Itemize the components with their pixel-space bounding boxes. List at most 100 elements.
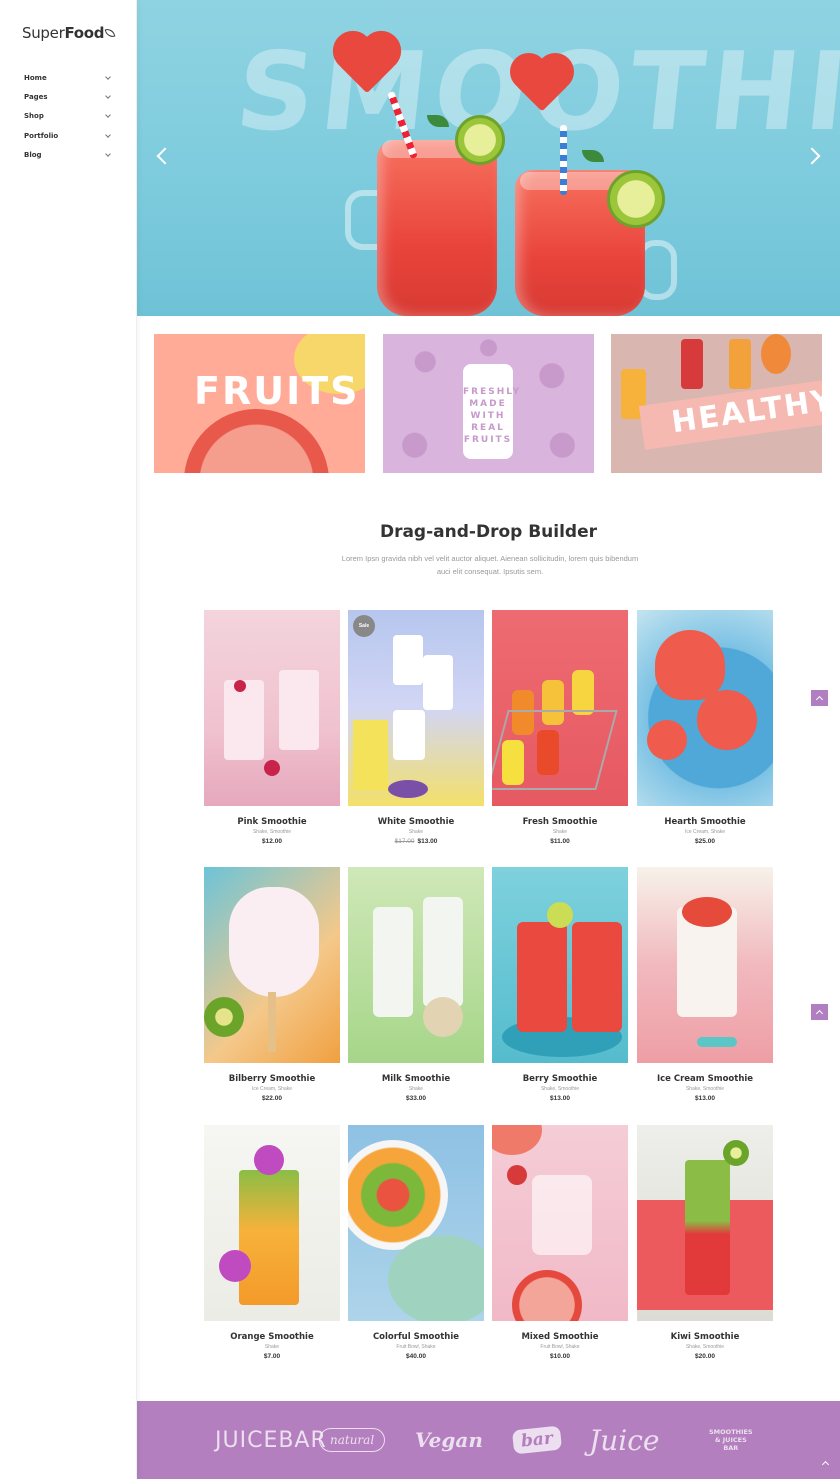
juice-bottle — [681, 339, 703, 389]
product-image — [348, 1125, 484, 1321]
product-card[interactable]: Pink Smoothie Shake, Smoothie $12.00 — [204, 610, 340, 845]
product-name[interactable]: Berry Smoothie — [492, 1074, 628, 1084]
sidebar: SuperFood Home Pages Shop Portfolio Blog — [0, 0, 137, 1479]
nav-item-label: Home — [24, 73, 47, 82]
partner-logo[interactable]: bar — [511, 1401, 562, 1479]
product-price-value: $20.00 — [695, 1353, 715, 1360]
partner-logo-text: natural — [319, 1428, 386, 1452]
product-image — [204, 610, 340, 806]
product-card[interactable]: Colorful Smoothie Fruit Bowl, Shake $40.… — [348, 1125, 484, 1360]
product-price-value: $25.00 — [695, 838, 715, 845]
product-old-price: $17.00 — [394, 838, 415, 845]
product-category: Shake — [552, 829, 568, 835]
product-card[interactable]: Hearth Smoothie Ice Cream, Shake $25.00 — [637, 610, 773, 845]
juice-bottle — [729, 339, 751, 389]
partner-logo[interactable]: JUICEBAR — [215, 1401, 327, 1479]
straw — [560, 125, 567, 195]
chevron-up-icon[interactable] — [821, 1460, 830, 1469]
product-name[interactable]: Bilberry Smoothie — [204, 1074, 340, 1084]
product-category: Shake, Smoothie — [685, 1344, 725, 1350]
site-logo[interactable]: SuperFood — [22, 24, 116, 42]
partner-logo-text: bar — [511, 1425, 562, 1455]
logo-text-light: Super — [22, 24, 65, 42]
partner-logo[interactable]: Vegan — [415, 1401, 483, 1479]
product-price-value: $13.00 — [550, 1095, 570, 1102]
partner-logo[interactable]: natural — [319, 1401, 386, 1479]
product-image — [492, 867, 628, 1063]
product-name[interactable]: Colorful Smoothie — [348, 1332, 484, 1342]
product-name[interactable]: Kiwi Smoothie — [637, 1332, 773, 1342]
product-category: Shake — [408, 1086, 424, 1092]
product-image — [637, 1125, 773, 1321]
product-card[interactable]: Mixed Smoothie Fruit Bowl, Shake $10.00 — [492, 1125, 628, 1360]
product-price: $11.00 — [492, 838, 628, 845]
product-card[interactable]: Sale White Smoothie Shake $17.00 $13.00 — [348, 610, 484, 845]
product-card[interactable]: Berry Smoothie Shake, Smoothie $13.00 — [492, 867, 628, 1102]
product-name[interactable]: Mixed Smoothie — [492, 1332, 628, 1342]
product-price: $17.00 $13.00 — [348, 838, 484, 845]
hero-slider: SMOOTHIES — [137, 0, 840, 316]
logo-text-bold: Food — [64, 24, 105, 42]
nav-item-label: Blog — [24, 150, 42, 159]
section-description: Lorem Ipsn gravida nibh vel velit auctor… — [341, 554, 639, 576]
lime-slice — [455, 115, 505, 165]
product-price: $12.00 — [204, 838, 340, 845]
nav-item-blog[interactable]: Blog — [24, 145, 112, 164]
partner-logo[interactable]: Juice — [589, 1401, 659, 1479]
nav-item-label: Pages — [24, 92, 48, 101]
product-name[interactable]: Pink Smoothie — [204, 817, 340, 827]
product-name[interactable]: Fresh Smoothie — [492, 817, 628, 827]
product-card[interactable]: Bilberry Smoothie Ice Cream, Shake $22.0… — [204, 867, 340, 1102]
orange — [761, 334, 791, 374]
product-price: $13.00 — [492, 1095, 628, 1102]
product-category: Shake, Smoothie — [685, 1086, 725, 1092]
product-price-value: $22.00 — [262, 1095, 282, 1102]
product-category: Shake — [408, 829, 424, 835]
product-price: $40.00 — [348, 1353, 484, 1360]
product-price: $25.00 — [637, 838, 773, 845]
product-name[interactable]: Hearth Smoothie — [637, 817, 773, 827]
banner-healthy[interactable]: HEALTHY — [611, 334, 822, 473]
product-price-value: $40.00 — [406, 1353, 426, 1360]
product-price: $7.00 — [204, 1353, 340, 1360]
partner-logos: JUICEBAR natural Vegan bar Juice SMOOTHI… — [137, 1401, 840, 1479]
product-price-value: $11.00 — [550, 838, 570, 845]
product-card[interactable]: Fresh Smoothie Shake $11.00 — [492, 610, 628, 845]
prev-slide-arrow[interactable] — [156, 147, 174, 165]
section-title: Drag-and-Drop Builder — [379, 522, 598, 542]
nav-item-pages[interactable]: Pages — [24, 87, 112, 106]
product-price-value: $13.00 — [695, 1095, 715, 1102]
nav-item-home[interactable]: Home — [24, 68, 112, 87]
partner-logo[interactable]: SMOOTHIES & JUICES BAR — [709, 1401, 753, 1479]
product-card[interactable]: Kiwi Smoothie Shake, Smoothie $20.00 — [637, 1125, 773, 1360]
product-name[interactable]: Ice Cream Smoothie — [637, 1074, 773, 1084]
product-card[interactable]: Ice Cream Smoothie Shake, Smoothie $13.0… — [637, 867, 773, 1102]
product-card[interactable]: Orange Smoothie Shake $7.00 — [204, 1125, 340, 1360]
grapefruit-image — [184, 409, 329, 473]
nav-item-portfolio[interactable]: Portfolio — [24, 126, 112, 145]
nav-item-shop[interactable]: Shop — [24, 107, 112, 126]
product-name[interactable]: Milk Smoothie — [348, 1074, 484, 1084]
scroll-up-button[interactable] — [811, 1004, 828, 1020]
scroll-up-button[interactable] — [811, 690, 828, 706]
nav-item-label: Shop — [24, 112, 44, 121]
product-image — [637, 610, 773, 806]
chevron-down-icon — [105, 93, 111, 99]
product-image — [348, 867, 484, 1063]
banner-fresh[interactable]: FRESHLY MADE WITH REAL FRUITS — [383, 334, 594, 473]
chevron-down-icon — [105, 150, 111, 157]
sale-badge: Sale — [353, 615, 375, 637]
banner-text: FRUITS — [194, 369, 360, 413]
leaf-icon — [104, 26, 116, 40]
chevron-down-icon — [105, 131, 111, 138]
product-image — [492, 610, 628, 806]
product-category: Fruit Bowl, Shake — [396, 1344, 436, 1350]
chevron-down-icon — [105, 112, 111, 119]
product-price: $22.00 — [204, 1095, 340, 1102]
product-card[interactable]: Milk Smoothie Shake $33.00 — [348, 867, 484, 1102]
product-category: Shake, Smoothie — [540, 1086, 580, 1092]
banner-fruits[interactable]: FRUITS — [154, 334, 365, 473]
product-name[interactable]: Orange Smoothie — [204, 1332, 340, 1342]
product-name[interactable]: White Smoothie — [348, 817, 484, 827]
banner-text: FRESHLY MADE WITH REAL FRUITS — [463, 387, 522, 445]
